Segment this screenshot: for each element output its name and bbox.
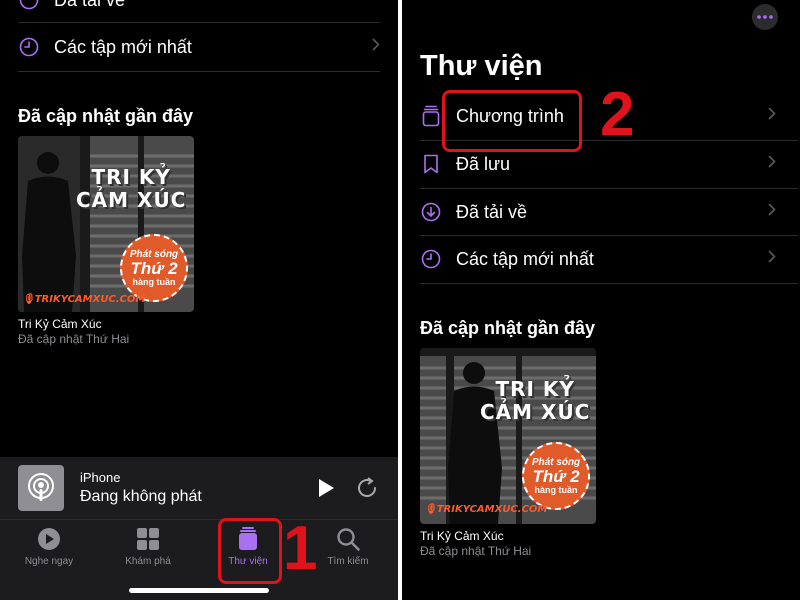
clock-icon: [420, 248, 442, 270]
artwork-site: 🎙TRIKYCAMXUC.COM: [424, 504, 548, 515]
grid-icon: [137, 528, 159, 550]
download-icon: [18, 0, 40, 11]
row-downloaded[interactable]: Đã tải về: [420, 198, 776, 226]
skip-forward-icon[interactable]: [354, 475, 380, 506]
tab-label: Tìm kiếm: [327, 556, 369, 567]
artwork-site: 🎙TRIKYCAMXUC.COM: [22, 294, 146, 305]
chevron-right-icon: [768, 155, 776, 173]
row-label: Đã lưu: [456, 153, 511, 174]
tab-label: Nghe ngay: [24, 556, 74, 567]
step-number-2: 2: [600, 80, 635, 149]
row-label: Đã tải về: [54, 0, 125, 11]
podcast-app-icon: [18, 465, 64, 511]
row-saved[interactable]: Đã lưu: [420, 150, 776, 178]
left-phone-screen: Đã tải về Các tập mới nhất Đã cập nhật g…: [0, 0, 398, 600]
tab-browse[interactable]: Khám phá: [108, 526, 188, 567]
section-title-recent: Đã cập nhật gần đây: [18, 106, 194, 126]
highlight-box-library-tab: [218, 518, 282, 584]
row-label: Đã tải về: [456, 201, 528, 222]
tab-label: Khám phá: [125, 556, 171, 567]
chevron-right-icon: [768, 203, 776, 221]
mini-player[interactable]: iPhone Đang không phát: [0, 457, 398, 519]
podcast-subtitle: Đã cập nhật Thứ Hai: [420, 544, 532, 558]
stack-icon: [420, 105, 442, 127]
row-latest-episodes[interactable]: Các tập mới nhất: [18, 34, 380, 60]
section-title-recent: Đã cập nhật gần đây: [420, 318, 596, 338]
chevron-right-icon: [768, 107, 776, 125]
chevron-right-icon: [768, 250, 776, 268]
chevron-right-icon: [372, 38, 380, 56]
row-latest-episodes[interactable]: Các tập mới nhất: [420, 245, 776, 273]
more-options-icon[interactable]: [752, 4, 778, 30]
tab-bar: Nghe ngay Khám phá Thư viện Tìm kiếm: [0, 519, 398, 600]
artwork-badge: Phát sóng Thứ 2 hàng tuần: [522, 442, 590, 510]
home-indicator: [129, 588, 269, 593]
artwork-title: TRI KỶ CẢM XÚC: [480, 377, 591, 424]
tab-search[interactable]: Tìm kiếm: [308, 526, 388, 567]
right-phone-screen: Thư viện Chương trình Đã lưu Đã tải về C…: [402, 0, 800, 600]
highlight-box-shows-row: [442, 90, 582, 152]
page-title: Thư viện: [420, 50, 543, 82]
divider: [18, 71, 380, 72]
divider: [420, 188, 798, 189]
divider: [18, 22, 380, 23]
podcast-artwork[interactable]: TRI KỶ CẢM XÚC Phát sóng Thứ 2 hàng tuần…: [18, 136, 194, 312]
player-status: Đang không phát: [80, 488, 202, 505]
play-circle-icon: [38, 528, 60, 550]
player-device: iPhone: [80, 470, 121, 485]
download-icon: [420, 201, 442, 223]
row-label: Các tập mới nhất: [54, 36, 192, 57]
podcast-title: Tri Kỷ Cảm Xúc: [18, 317, 102, 331]
row-label: Các tập mới nhất: [456, 248, 594, 269]
divider: [420, 235, 798, 236]
clock-icon: [18, 36, 40, 58]
bookmark-icon: [420, 153, 442, 175]
search-icon: [337, 528, 360, 551]
divider: [420, 283, 798, 284]
podcast-subtitle: Đã cập nhật Thứ Hai: [18, 332, 130, 346]
row-downloaded-partial[interactable]: Đã tải về: [18, 0, 380, 12]
artwork-badge: Phát sóng Thứ 2 hàng tuần: [120, 234, 188, 302]
step-number-1: 1: [283, 514, 318, 583]
artwork-title: TRI KỶ CẢM XÚC: [76, 165, 187, 212]
podcast-artwork[interactable]: TRI KỶ CẢM XÚC Phát sóng Thứ 2 hàng tuần…: [420, 348, 596, 524]
tab-listen-now[interactable]: Nghe ngay: [9, 526, 89, 567]
podcast-title: Tri Kỷ Cảm Xúc: [420, 529, 504, 543]
play-icon[interactable]: [316, 477, 336, 504]
